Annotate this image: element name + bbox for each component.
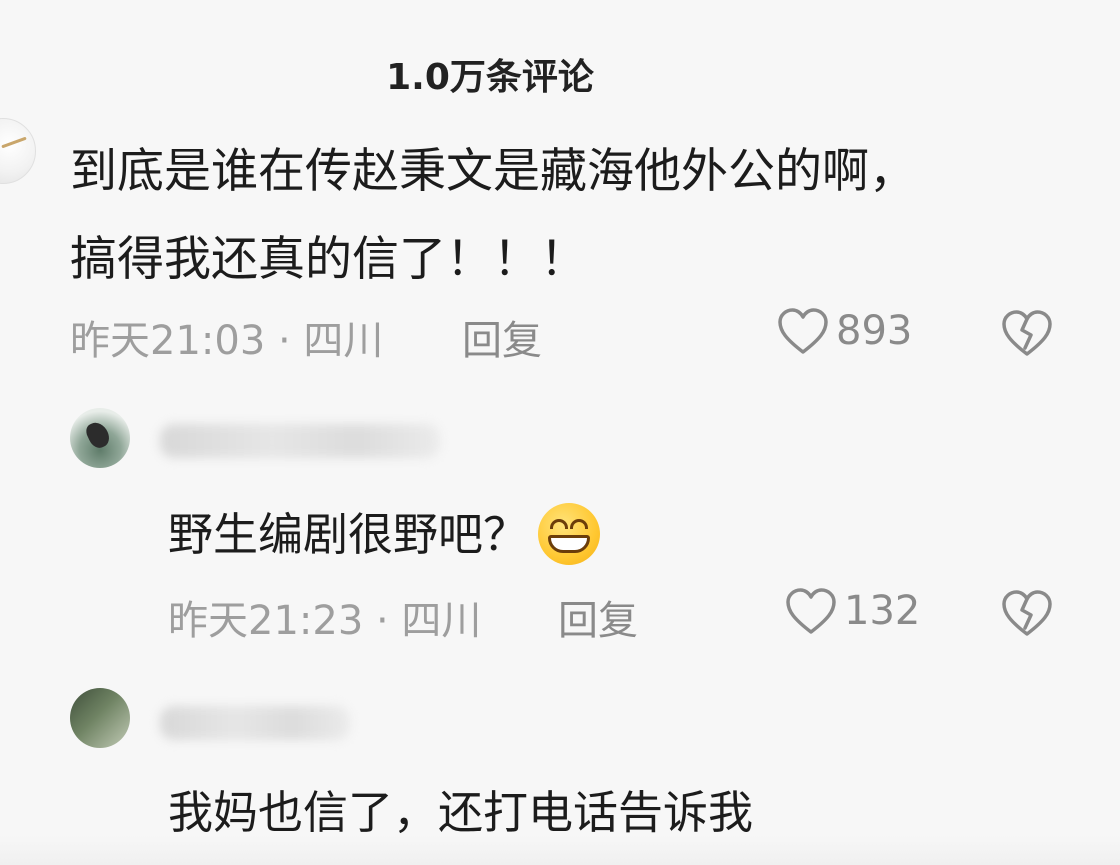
reply-text[interactable]: 我妈也信了，还打电话告诉我 [168, 776, 753, 841]
reply-meta: 昨天21:23 · 四川 回复 [168, 588, 1068, 644]
like-button[interactable]: 893 [776, 306, 912, 356]
reply-button[interactable]: 回复 [558, 588, 638, 646]
bottom-fade [0, 835, 1120, 865]
comment-meta: 昨天21:03 · 四川 回复 [70, 308, 1070, 364]
avatar[interactable] [0, 118, 36, 184]
timestamp-location: 昨天21:03 · 四川 [70, 318, 384, 364]
like-count: 893 [836, 308, 913, 354]
dislike-button[interactable] [1000, 588, 1054, 638]
timestamp-location: 昨天21:23 · 四川 [168, 598, 482, 644]
avatar[interactable] [70, 688, 130, 748]
comments-count-title: 1.0万条评论 [386, 57, 594, 98]
reply-text[interactable]: 野生编剧很野吧？ [168, 498, 601, 569]
comments-panel: 1.0万条评论 到底是谁在传赵秉文是藏海他外公的啊， 搞得我还真的信了！！！ 昨… [0, 0, 1120, 865]
like-button[interactable]: 132 [784, 586, 920, 636]
heart-icon [776, 306, 830, 356]
avatar[interactable] [70, 408, 130, 468]
comment-text-line: 到底是谁在传赵秉文是藏海他外公的啊， [70, 144, 916, 199]
heart-icon [784, 586, 838, 636]
comment-text[interactable]: 到底是谁在传赵秉文是藏海他外公的啊， 搞得我还真的信了！！！ [70, 128, 1030, 304]
reply-button[interactable]: 回复 [462, 308, 542, 366]
comment-text-line: 搞得我还真的信了！！！ [70, 232, 587, 287]
grinning-face-emoji-icon [538, 503, 601, 565]
username-blurred[interactable] [160, 424, 440, 458]
reply-text-content: 野生编剧很野吧？ [168, 508, 529, 561]
like-count: 132 [844, 588, 921, 634]
username-blurred[interactable] [160, 706, 350, 740]
dislike-button[interactable] [1000, 308, 1054, 358]
